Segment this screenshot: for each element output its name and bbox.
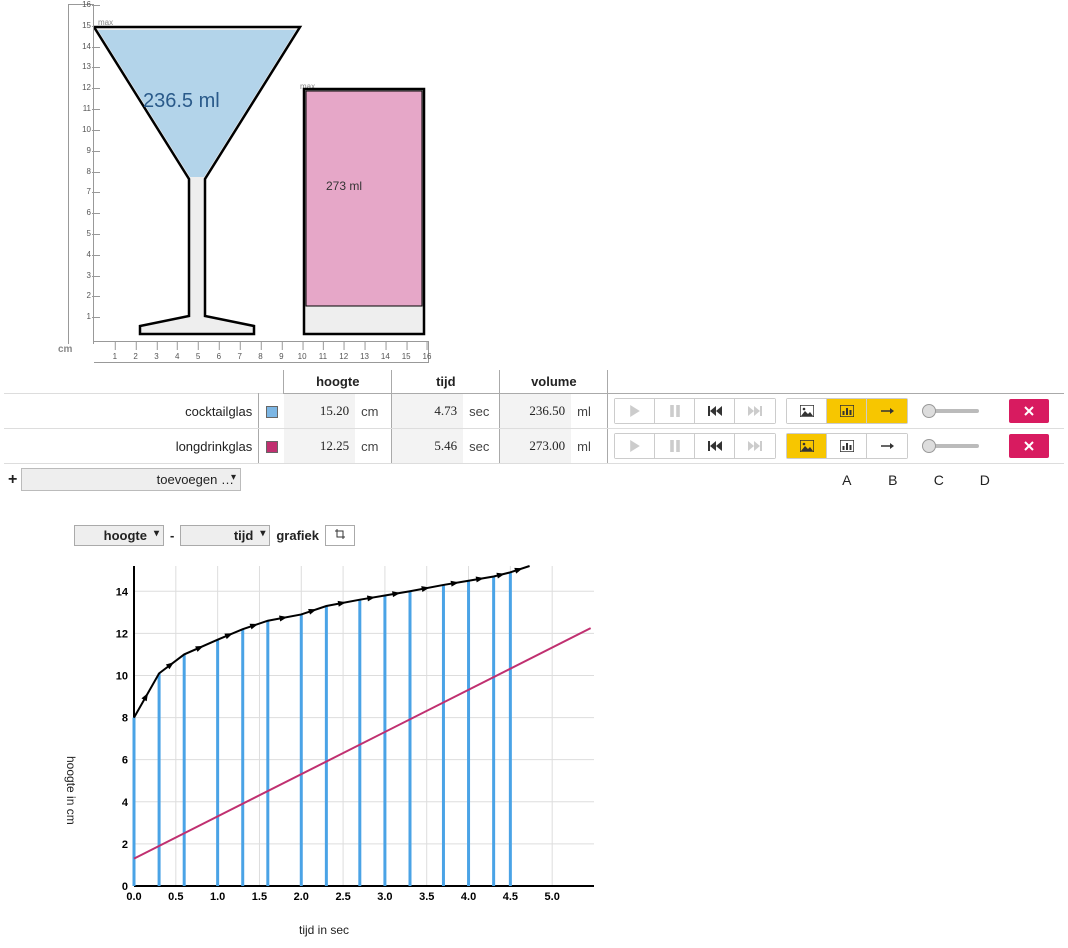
svg-text:2.0: 2.0	[294, 891, 309, 903]
add-plus-icon[interactable]: +	[8, 471, 17, 488]
column-letter: B	[884, 472, 902, 488]
tool-bars-button[interactable]	[827, 399, 867, 423]
crop-icon	[334, 528, 346, 540]
y-axis-label: hoogte in cm	[64, 756, 78, 825]
remove-button[interactable]	[1009, 399, 1049, 423]
glass-diagram: 12345678910111213141516 1234567891011121…	[68, 4, 1064, 364]
forward-button[interactable]	[735, 399, 775, 423]
tool-arrow-button[interactable]	[867, 434, 907, 458]
column-letter: C	[930, 472, 948, 488]
tijd-unit: sec	[463, 394, 500, 429]
y-axis-select[interactable]: hoogte	[74, 525, 164, 546]
column-letter: D	[976, 472, 994, 488]
hoogte-unit: cm	[355, 429, 392, 464]
svg-text:4.0: 4.0	[461, 891, 476, 903]
speed-slider[interactable]	[924, 409, 979, 413]
add-glass-select[interactable]: toevoegen …	[21, 468, 241, 491]
svg-text:14: 14	[116, 586, 129, 598]
tijd-unit: sec	[463, 429, 500, 464]
column-letters: A B C D	[838, 472, 1058, 488]
tool-image-button[interactable]	[787, 399, 827, 423]
header-volume: volume	[500, 370, 608, 394]
graph-controls: hoogte - tijd grafiek	[74, 525, 1064, 546]
rewind-button[interactable]	[695, 434, 735, 458]
column-letter: A	[838, 472, 856, 488]
glasses-svg	[94, 4, 434, 344]
table-row: longdrinkglas 12.25cm5.46sec273.00ml	[4, 429, 1064, 464]
svg-text:6: 6	[122, 755, 128, 767]
svg-text:0.5: 0.5	[168, 891, 183, 903]
forward-button[interactable]	[735, 434, 775, 458]
svg-text:4.5: 4.5	[503, 891, 518, 903]
grafiek-label: grafiek	[276, 528, 319, 543]
chart-svg: 0.0 0.5 1.0 1.5 2.0 2.5 3.0 3.5 4.0 4.5 5.0 0 2 4 6 8 10…	[74, 556, 614, 916]
horizontal-ruler: 12345678910111213141516	[94, 341, 429, 363]
longdrink-glass	[304, 89, 424, 334]
graph-area: hoogte in cm 0.00.51.01.52.02.53.03.54.0…	[74, 556, 1064, 937]
longdrink-volume-label: 273 ml	[326, 179, 362, 193]
glass-name: cocktailglas	[4, 394, 259, 429]
volume-value: 273.00	[500, 429, 571, 464]
volume-value: 236.50	[500, 394, 571, 429]
svg-text:4: 4	[122, 797, 129, 809]
vertical-ruler: 12345678910111213141516	[68, 4, 94, 344]
cocktail-volume-label: 236.5 ml	[143, 90, 220, 113]
rewind-button[interactable]	[695, 399, 735, 423]
cocktail-glass	[94, 27, 300, 334]
header-tijd: tijd	[392, 370, 500, 394]
volume-unit: ml	[571, 429, 608, 464]
svg-text:5.0: 5.0	[545, 891, 560, 903]
svg-text:2: 2	[122, 839, 128, 851]
play-button[interactable]	[615, 399, 655, 423]
pause-button[interactable]	[655, 399, 695, 423]
header-hoogte: hoogte	[284, 370, 392, 394]
svg-text:1.5: 1.5	[252, 891, 267, 903]
speed-slider[interactable]	[924, 444, 979, 448]
pause-button[interactable]	[655, 434, 695, 458]
hoogte-unit: cm	[355, 394, 392, 429]
tool-bars-button[interactable]	[827, 434, 867, 458]
svg-text:3.5: 3.5	[419, 891, 434, 903]
color-swatch	[266, 406, 278, 418]
tool-arrow-button[interactable]	[867, 399, 907, 423]
svg-text:3.0: 3.0	[377, 891, 392, 903]
glass-name: longdrinkglas	[4, 429, 259, 464]
glasses-table: hoogte tijd volume cocktailglas 15.20cm4.…	[4, 370, 1064, 495]
svg-text:0: 0	[122, 881, 128, 893]
tijd-value: 5.46	[392, 429, 463, 464]
svg-text:2.5: 2.5	[335, 891, 350, 903]
hoogte-value: 15.20	[284, 394, 355, 429]
svg-text:12: 12	[116, 628, 128, 640]
volume-unit: ml	[571, 394, 608, 429]
x-axis-label: tijd in sec	[74, 923, 574, 937]
svg-text:0.0: 0.0	[126, 891, 141, 903]
tijd-value: 4.73	[392, 394, 463, 429]
cm-unit-label: cm	[58, 344, 72, 355]
svg-text:1.0: 1.0	[210, 891, 225, 903]
crop-button[interactable]	[325, 525, 355, 546]
x-axis-select[interactable]: tijd	[180, 525, 270, 546]
svg-text:10: 10	[116, 670, 128, 682]
tool-image-button[interactable]	[787, 434, 827, 458]
hoogte-value: 12.25	[284, 429, 355, 464]
color-swatch	[266, 441, 278, 453]
play-button[interactable]	[615, 434, 655, 458]
svg-text:8: 8	[122, 713, 128, 725]
remove-button[interactable]	[1009, 434, 1049, 458]
table-row: cocktailglas 15.20cm4.73sec236.50ml	[4, 394, 1064, 429]
